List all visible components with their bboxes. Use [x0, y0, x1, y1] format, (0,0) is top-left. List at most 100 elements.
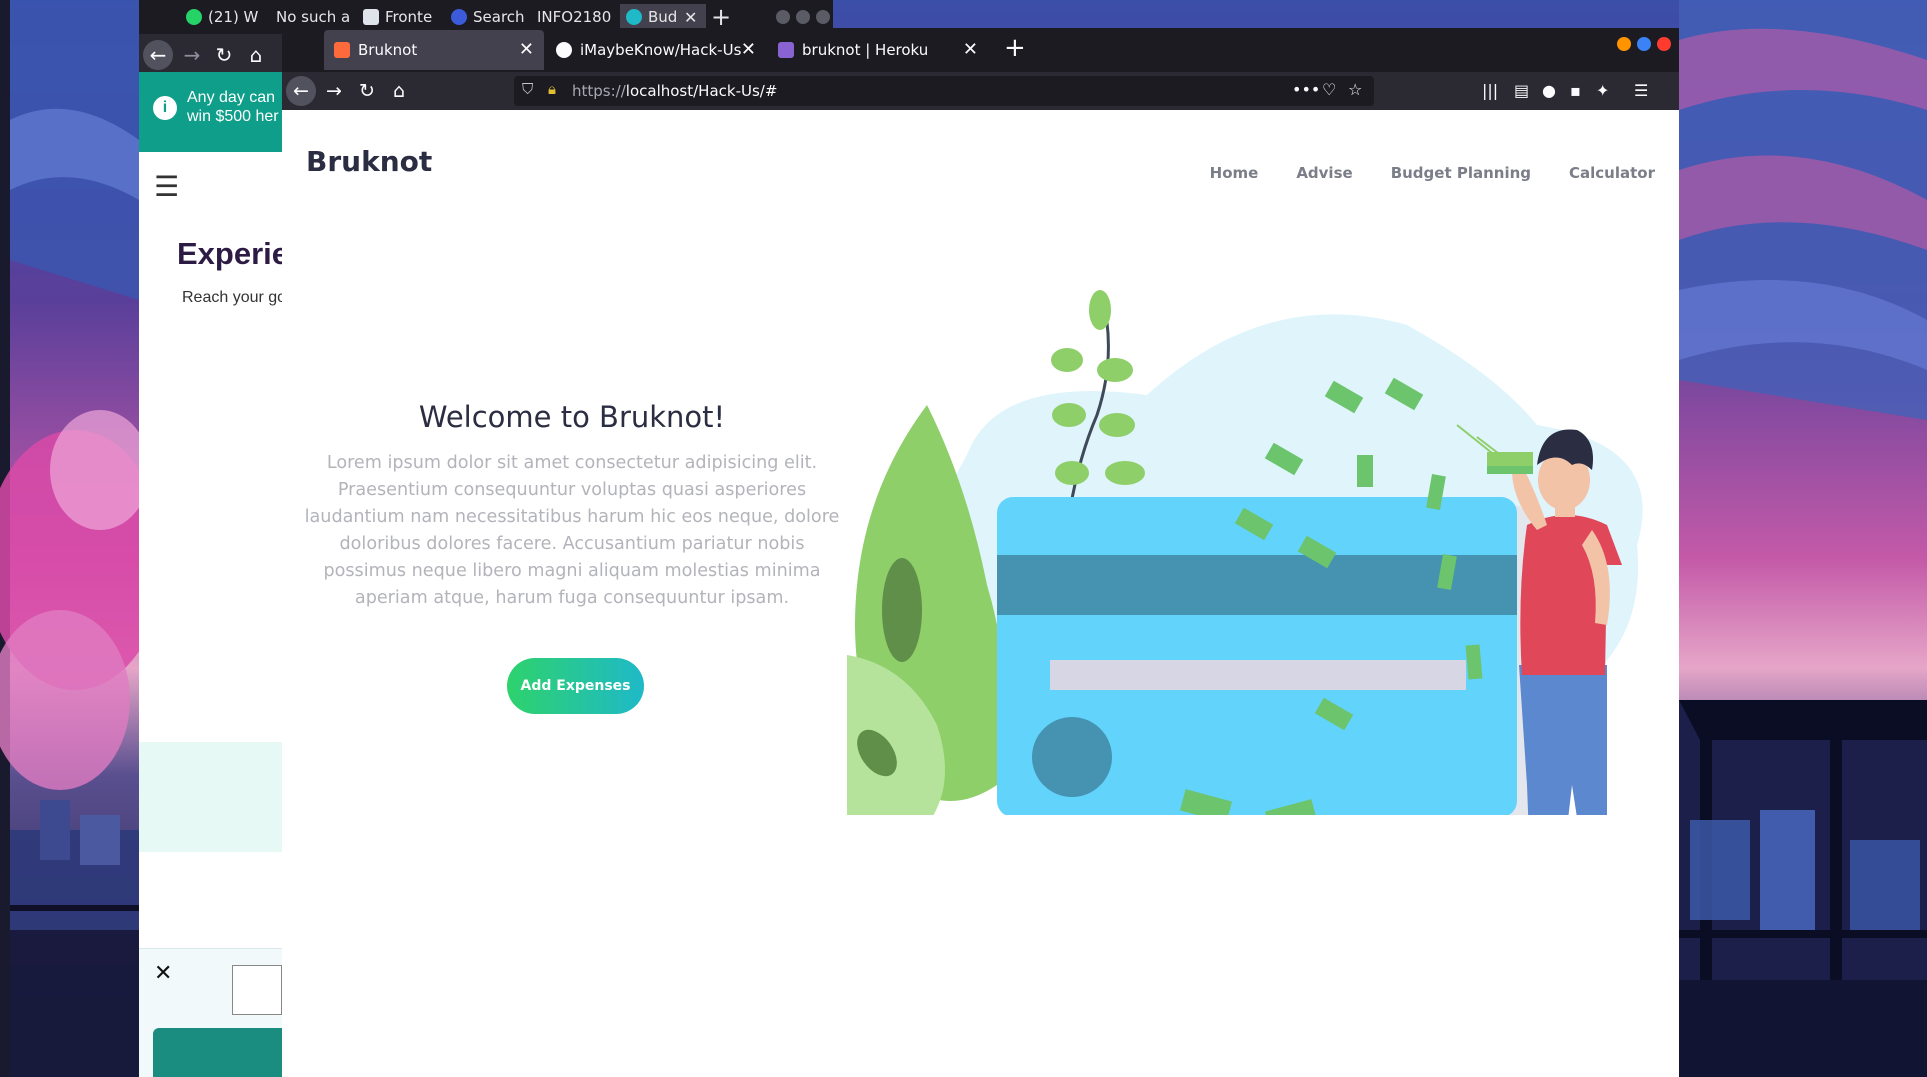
- illustration-sprig-leaf: [1089, 290, 1111, 330]
- document-icon: [363, 9, 379, 25]
- illustration-bill: [1357, 455, 1373, 487]
- pocket-icon[interactable]: ♡: [1322, 80, 1336, 99]
- nav-link-budget-planning[interactable]: Budget Planning: [1391, 164, 1531, 182]
- illustration-person-legs: [1519, 665, 1607, 815]
- info-icon: i: [153, 96, 177, 120]
- browser-window: Bruknot ✕ iMaybeKnow/Hack-Us ✕ bruknot |…: [282, 28, 1679, 1077]
- bookmark-star-icon[interactable]: ☆: [1348, 80, 1362, 99]
- tab-github[interactable]: iMaybeKnow/Hack-Us ✕: [546, 30, 766, 70]
- tracking-protection-shield-icon[interactable]: ⛉: [522, 80, 533, 98]
- illustration-sprig-leaf: [1099, 413, 1135, 437]
- close-tab-icon[interactable]: ✕: [741, 39, 756, 60]
- illustration-bill: [1487, 452, 1533, 466]
- illustration-card-signature: [1050, 660, 1466, 690]
- site-logo[interactable]: Bruknot: [306, 145, 432, 178]
- tab-bar: Bruknot ✕ iMaybeKnow/Hack-Us ✕ bruknot |…: [282, 28, 1679, 72]
- background-tab-label: Fronte: [385, 8, 433, 26]
- hero-illustration: [847, 290, 1643, 815]
- heroku-icon: [778, 42, 794, 58]
- illustration-sprig-leaf: [1052, 403, 1086, 427]
- back-button[interactable]: ←: [286, 76, 316, 106]
- localhost-favicon-icon: [334, 42, 350, 58]
- illustration-leaf-spot: [882, 558, 922, 662]
- close-window-button[interactable]: [816, 10, 830, 24]
- background-tab[interactable]: (21) W: [186, 4, 266, 30]
- tab-heroku[interactable]: bruknot | Heroku ✕: [768, 30, 988, 70]
- close-icon[interactable]: ✕: [684, 8, 697, 27]
- hamburger-menu-icon[interactable]: ☰: [154, 170, 179, 203]
- minimize-button[interactable]: [1617, 37, 1631, 51]
- close-window-button[interactable]: [1657, 37, 1671, 51]
- reload-icon[interactable]: ↻: [211, 42, 237, 68]
- github-icon: [556, 42, 572, 58]
- hero-title: Welcome to Bruknot!: [418, 400, 726, 434]
- new-tab-button[interactable]: +: [1004, 33, 1026, 63]
- tab-label: iMaybeKnow/Hack-Us: [580, 41, 742, 59]
- promo-banner[interactable]: i Any day can win $500 her: [139, 72, 283, 152]
- new-tab-button[interactable]: +: [711, 4, 735, 30]
- account-icon[interactable]: ●: [1542, 81, 1556, 100]
- hero-description: Lorem ipsum dolor sit amet consectetur a…: [304, 453, 840, 608]
- droplet-icon: [626, 9, 642, 25]
- illustration-sprig-leaf: [1055, 461, 1089, 485]
- library-icon[interactable]: |||: [1482, 81, 1498, 100]
- background-section: [139, 742, 283, 852]
- page-actions-menu-icon[interactable]: •••: [1292, 80, 1320, 99]
- search-engine-icon: [451, 9, 467, 25]
- background-tab-label: No such a: [276, 8, 351, 26]
- background-tab[interactable]: Fronte: [363, 4, 443, 30]
- home-icon[interactable]: ⌂: [243, 42, 269, 68]
- illustration-sprig-leaf: [1097, 358, 1133, 382]
- promo-banner-text: Any day can win $500 her: [187, 89, 279, 125]
- extension-icon[interactable]: ✦: [1596, 81, 1609, 100]
- tab-label: Bruknot: [358, 41, 418, 59]
- background-tab-label: (21) W: [208, 8, 259, 26]
- window-controls: [776, 10, 830, 24]
- reload-button[interactable]: ↻: [352, 76, 382, 106]
- back-arrow-icon[interactable]: ←: [143, 40, 173, 70]
- add-expenses-button[interactable]: Add Expenses: [507, 658, 644, 714]
- insecure-lock-icon[interactable]: 🔒︎: [548, 80, 556, 98]
- url-text[interactable]: https://localhost/Hack-Us/#: [572, 82, 777, 100]
- maximize-button[interactable]: [796, 10, 810, 24]
- illustration-bill: [1487, 466, 1533, 474]
- extension-icon[interactable]: ▪: [1570, 81, 1581, 100]
- home-button[interactable]: ⌂: [384, 76, 414, 106]
- nav-link-advise[interactable]: Advise: [1296, 164, 1352, 182]
- background-tab-label: Bud: [648, 8, 678, 26]
- window-controls: [1617, 37, 1671, 51]
- background-tab[interactable]: INFO2180: [537, 4, 617, 30]
- background-page-heading: Experie: [177, 236, 290, 271]
- background-tab[interactable]: No such a: [276, 4, 351, 30]
- main-nav: Home Advise Budget Planning Calculator: [1210, 164, 1655, 182]
- illustration-sprig-leaf: [1105, 461, 1145, 485]
- forward-button[interactable]: →: [319, 76, 349, 106]
- nav-link-home[interactable]: Home: [1210, 164, 1259, 182]
- sidebar-icon[interactable]: ▤: [1514, 81, 1529, 100]
- illustration-sprig-leaf: [1051, 348, 1083, 372]
- whatsapp-icon: [186, 9, 202, 25]
- minimize-button[interactable]: [776, 10, 790, 24]
- background-tab-label: Search: [473, 8, 525, 26]
- background-bottom-panel: ✕: [139, 948, 283, 1077]
- web-page: Bruknot Home Advise Budget Planning Calc…: [282, 110, 1679, 1077]
- url-host-path: localhost/Hack-Us/#: [625, 82, 778, 100]
- close-tab-icon[interactable]: ✕: [519, 39, 534, 60]
- background-tab-label: INFO2180: [537, 8, 612, 26]
- tab-bruknot[interactable]: Bruknot ✕: [324, 30, 544, 70]
- app-menu-icon[interactable]: ☰: [1634, 81, 1648, 100]
- illustration-card-chip: [1032, 717, 1112, 797]
- broken-image-icon: [232, 965, 282, 1015]
- maximize-button[interactable]: [1637, 37, 1651, 51]
- background-action-button[interactable]: [153, 1028, 283, 1077]
- background-tab-active[interactable]: Bud ✕: [620, 4, 706, 30]
- close-tab-icon[interactable]: ✕: [963, 39, 978, 60]
- illustration-bill: [1465, 644, 1483, 680]
- close-icon[interactable]: ✕: [154, 961, 172, 986]
- tab-label: bruknot | Heroku: [802, 41, 929, 59]
- url-bar[interactable]: ⛉ 🔒︎ https://localhost/Hack-Us/# ••• ♡ ☆: [514, 76, 1374, 106]
- background-page-subtext: Reach your go: [182, 289, 287, 306]
- forward-arrow-icon[interactable]: →: [179, 42, 205, 68]
- background-tab[interactable]: Search: [451, 4, 531, 30]
- nav-link-calculator[interactable]: Calculator: [1569, 164, 1655, 182]
